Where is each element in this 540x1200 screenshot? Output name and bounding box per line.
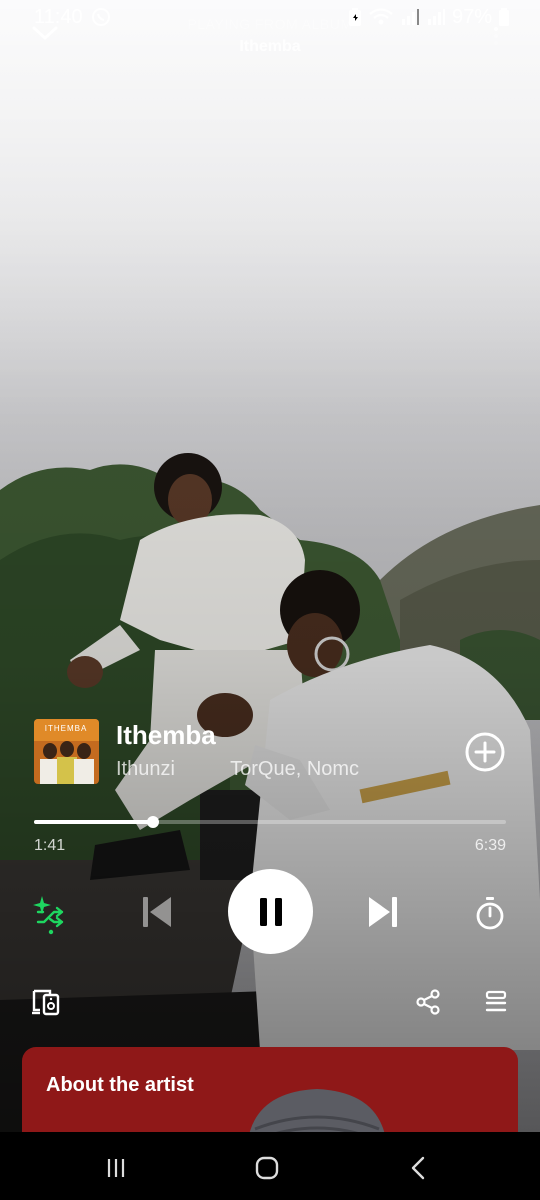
sleep-timer-icon[interactable] <box>468 890 512 936</box>
queue-icon[interactable] <box>478 984 514 1020</box>
cover-title: ITHEMBA <box>45 724 88 733</box>
context-label: PLAYING FROM ALBUM <box>187 16 353 32</box>
more-vertical-icon[interactable] <box>492 26 500 51</box>
back-icon[interactable] <box>398 1152 438 1184</box>
next-icon[interactable] <box>362 890 404 934</box>
player-header: PLAYING FROM ALBUM Ithemba <box>0 16 540 62</box>
progress-fill <box>34 820 154 824</box>
previous-icon[interactable] <box>136 890 178 934</box>
progress-slider[interactable] <box>34 816 506 828</box>
total-duration: 6:39 <box>474 837 506 854</box>
recents-icon[interactable] <box>96 1152 136 1184</box>
about-artist-title: About the artist <box>46 1074 194 1096</box>
share-icon[interactable] <box>410 984 446 1020</box>
pause-button[interactable] <box>228 869 313 954</box>
album-cover[interactable]: ITHEMBA <box>34 719 99 784</box>
home-icon[interactable] <box>247 1152 287 1184</box>
add-to-library-button[interactable] <box>464 731 506 773</box>
pause-icon <box>258 897 284 927</box>
context-name[interactable]: Ithemba <box>0 38 540 56</box>
smart-shuffle-icon[interactable] <box>28 892 72 936</box>
connect-device-icon[interactable] <box>28 984 64 1020</box>
now-playing-screen: 11:40 97% PLAYING FROM ALBUM Ithemba ITH… <box>0 0 540 1200</box>
track-title[interactable]: Ithemba <box>116 720 216 751</box>
elapsed-time: 1:41 <box>34 837 66 854</box>
video-background <box>0 0 540 1200</box>
progress-handle[interactable] <box>147 816 160 828</box>
track-artists[interactable]: Ithunzi TorQue, Nomc <box>116 758 430 781</box>
system-nav-bar <box>0 1132 540 1200</box>
